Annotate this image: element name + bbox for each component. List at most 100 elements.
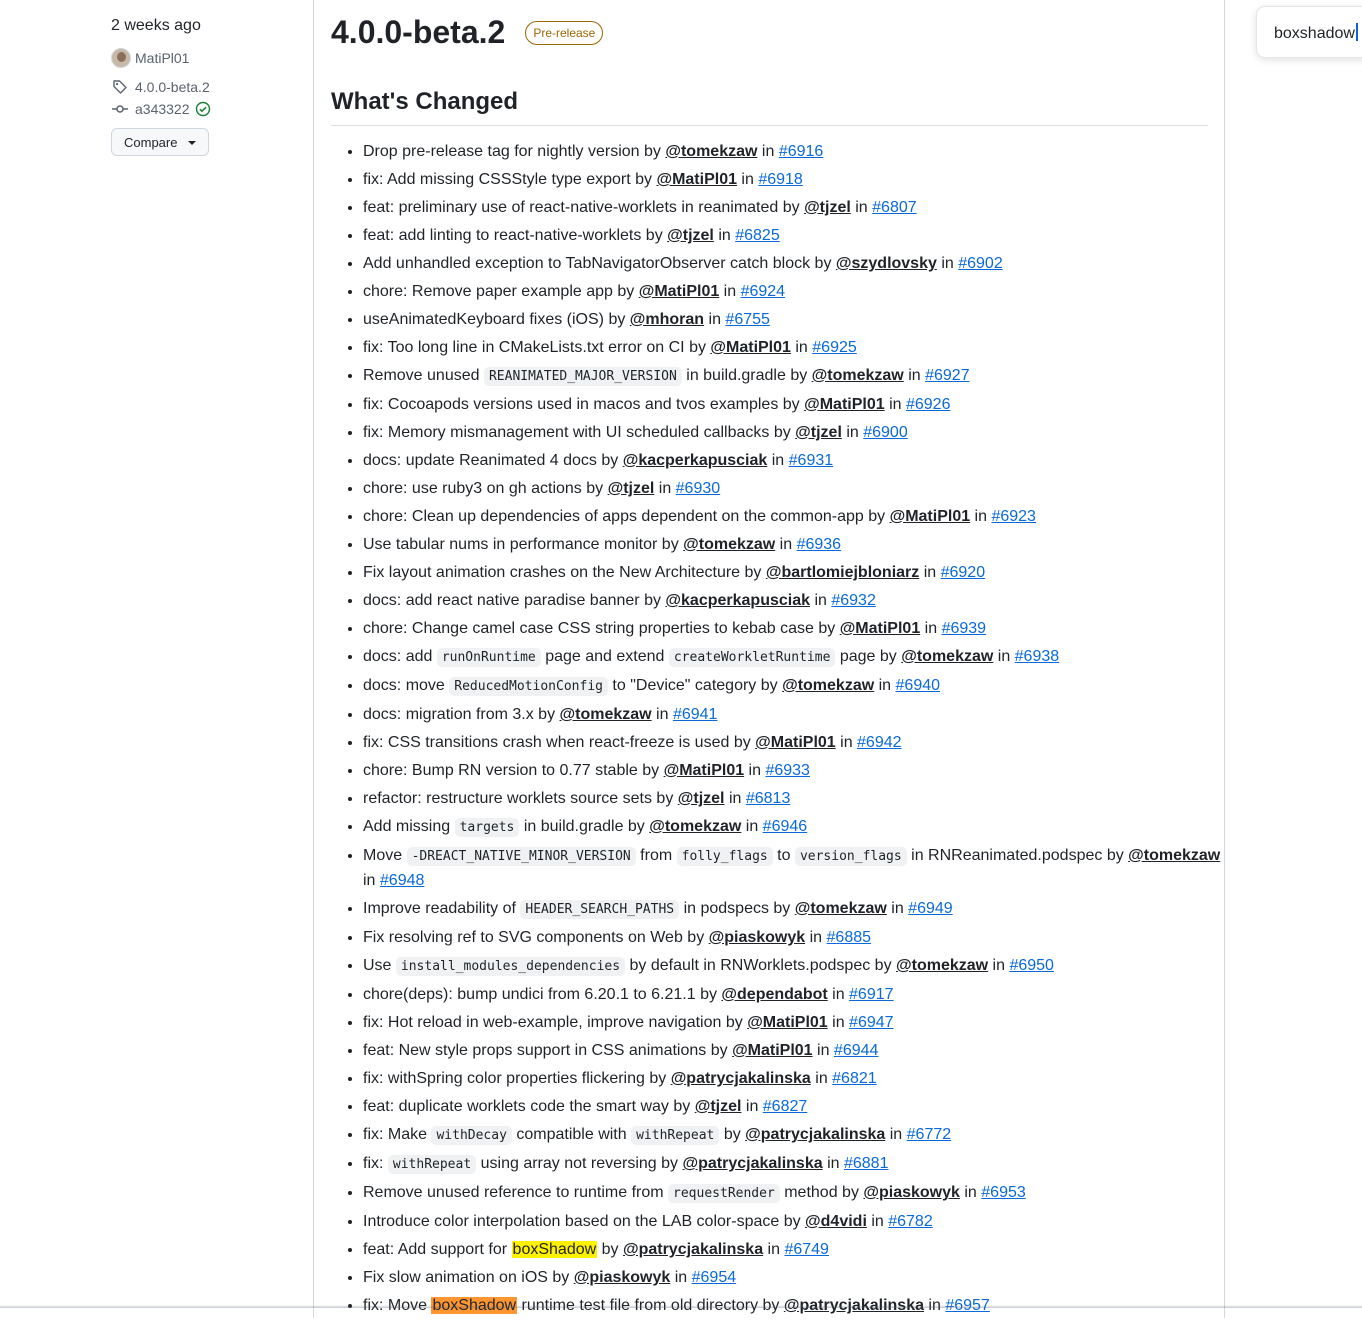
user-link[interactable]: @MatiPl01 xyxy=(840,620,921,637)
divider xyxy=(331,125,1208,126)
user-link[interactable]: @MatiPl01 xyxy=(656,171,737,188)
pr-link[interactable]: #6900 xyxy=(863,424,908,441)
pr-link[interactable]: #6918 xyxy=(758,171,803,188)
change-text: in xyxy=(805,929,827,946)
user-link[interactable]: @tomekzaw xyxy=(560,706,652,723)
user-link[interactable]: @piaskowyk xyxy=(709,929,806,946)
change-text: Add unhandled exception to TabNavigatorO… xyxy=(363,255,836,272)
user-link[interactable]: @piaskowyk xyxy=(574,1269,671,1286)
pr-link[interactable]: #6931 xyxy=(789,452,834,469)
user-link[interactable]: @tomekzaw xyxy=(901,648,993,665)
user-link[interactable]: @MatiPl01 xyxy=(639,283,720,300)
user-link[interactable]: @MatiPl01 xyxy=(664,762,745,779)
pr-link[interactable]: #6902 xyxy=(958,255,1003,272)
user-link[interactable]: @patrycjakalinska xyxy=(683,1155,823,1172)
pr-link[interactable]: #6772 xyxy=(907,1126,952,1143)
change-item: Introduce color interpolation based on t… xyxy=(363,1210,1223,1234)
pr-link[interactable]: #6920 xyxy=(941,564,986,581)
commit-icon xyxy=(111,100,129,118)
user-link[interactable]: @szydlovsky xyxy=(836,255,937,272)
pr-link[interactable]: #6916 xyxy=(779,143,824,160)
user-link[interactable]: @patrycjakalinska xyxy=(671,1070,811,1087)
pr-link[interactable]: #6941 xyxy=(673,706,718,723)
user-link[interactable]: @MatiPl01 xyxy=(755,734,836,751)
pr-link[interactable]: #6926 xyxy=(906,396,951,413)
user-link[interactable]: @MatiPl01 xyxy=(747,1014,828,1031)
user-link[interactable]: @tomekzaw xyxy=(665,143,757,160)
pr-link[interactable]: #6947 xyxy=(849,1014,894,1031)
user-link[interactable]: @kacperkapusciak xyxy=(665,592,810,609)
pr-link[interactable]: #6944 xyxy=(834,1042,879,1059)
find-bar[interactable]: boxshadow xyxy=(1256,6,1362,58)
pr-link[interactable]: #6954 xyxy=(692,1269,737,1286)
change-text: fix: xyxy=(363,1155,388,1172)
pr-link[interactable]: #6948 xyxy=(380,872,425,889)
user-link[interactable]: @tjzel xyxy=(678,790,725,807)
change-item: Drop pre-release tag for nightly version… xyxy=(363,140,1223,164)
user-link[interactable]: @tomekzaw xyxy=(812,367,904,384)
pr-link[interactable]: #6950 xyxy=(1009,957,1054,974)
user-link[interactable]: @tomekzaw xyxy=(782,677,874,694)
pr-link[interactable]: #6940 xyxy=(896,677,941,694)
change-text: Improve readability of xyxy=(363,900,521,917)
user-link[interactable]: @bartlomiejbloniarz xyxy=(766,564,919,581)
find-input[interactable]: boxshadow xyxy=(1274,23,1358,43)
change-item: feat: add linting to react-native-workle… xyxy=(363,224,1223,248)
pr-link[interactable]: #6813 xyxy=(746,790,791,807)
pr-link[interactable]: #6924 xyxy=(741,283,786,300)
tag-link[interactable]: 4.0.0-beta.2 xyxy=(111,78,210,96)
user-link[interactable]: @kacperkapusciak xyxy=(623,452,768,469)
user-link[interactable]: @tomekzaw xyxy=(795,900,887,917)
pr-link[interactable]: #6749 xyxy=(784,1241,829,1258)
user-link[interactable]: @tjzel xyxy=(804,199,851,216)
pr-link[interactable]: #6938 xyxy=(1015,648,1060,665)
pr-link[interactable]: #6807 xyxy=(872,199,917,216)
user-link[interactable]: @piaskowyk xyxy=(863,1184,960,1201)
user-link[interactable]: @tjzel xyxy=(795,424,842,441)
pr-link[interactable]: #6782 xyxy=(888,1213,933,1230)
user-link[interactable]: @tjzel xyxy=(608,480,655,497)
pr-link[interactable]: #6932 xyxy=(831,592,876,609)
pr-link[interactable]: #6827 xyxy=(763,1098,808,1115)
pr-link[interactable]: #6939 xyxy=(942,620,987,637)
pr-link[interactable]: #6917 xyxy=(849,986,894,1003)
release-time: 2 weeks ago xyxy=(111,17,201,34)
user-link[interactable]: @MatiPl01 xyxy=(710,339,791,356)
user-link[interactable]: @tomekzaw xyxy=(649,818,741,835)
change-text: by xyxy=(597,1241,623,1258)
pr-link[interactable]: #6825 xyxy=(735,227,780,244)
user-link[interactable]: @tjzel xyxy=(667,227,714,244)
pr-link[interactable]: #6821 xyxy=(832,1070,877,1087)
user-link[interactable]: @MatiPl01 xyxy=(804,396,885,413)
pr-link[interactable]: #6755 xyxy=(725,311,770,328)
release-title[interactable]: 4.0.0-beta.2 xyxy=(331,14,505,51)
user-link[interactable]: @tomekzaw xyxy=(1128,847,1220,864)
author-link[interactable]: MatiPl01 xyxy=(111,48,189,68)
pr-link[interactable]: #6953 xyxy=(981,1184,1026,1201)
compare-button[interactable]: Compare xyxy=(111,128,209,156)
pr-link[interactable]: #6949 xyxy=(908,900,953,917)
pr-link[interactable]: #6881 xyxy=(844,1155,889,1172)
pr-link[interactable]: #6930 xyxy=(676,480,721,497)
pr-link[interactable]: #6936 xyxy=(797,536,842,553)
user-link[interactable]: @MatiPl01 xyxy=(732,1042,813,1059)
user-link[interactable]: @patrycjakalinska xyxy=(623,1241,763,1258)
user-link[interactable]: @tomekzaw xyxy=(683,536,775,553)
pr-link[interactable]: #6927 xyxy=(925,367,970,384)
pr-link[interactable]: #6925 xyxy=(812,339,857,356)
user-link[interactable]: @mhoran xyxy=(630,311,704,328)
user-link[interactable]: @dependabot xyxy=(721,986,827,1003)
pr-link[interactable]: #6946 xyxy=(763,818,808,835)
pr-link[interactable]: #6923 xyxy=(991,508,1036,525)
pr-link[interactable]: #6942 xyxy=(857,734,902,751)
commit-link[interactable]: a343322 xyxy=(111,100,218,118)
pr-link[interactable]: #6933 xyxy=(765,762,810,779)
user-link[interactable]: @tomekzaw xyxy=(896,957,988,974)
user-link[interactable]: @patrycjakalinska xyxy=(745,1126,885,1143)
user-link[interactable]: @d4vidi xyxy=(805,1213,867,1230)
inline-code: targets xyxy=(454,818,520,837)
change-item: chore: use ruby3 on gh actions by @tjzel… xyxy=(363,477,1223,501)
user-link[interactable]: @tjzel xyxy=(695,1098,742,1115)
pr-link[interactable]: #6885 xyxy=(827,929,872,946)
user-link[interactable]: @MatiPl01 xyxy=(890,508,971,525)
